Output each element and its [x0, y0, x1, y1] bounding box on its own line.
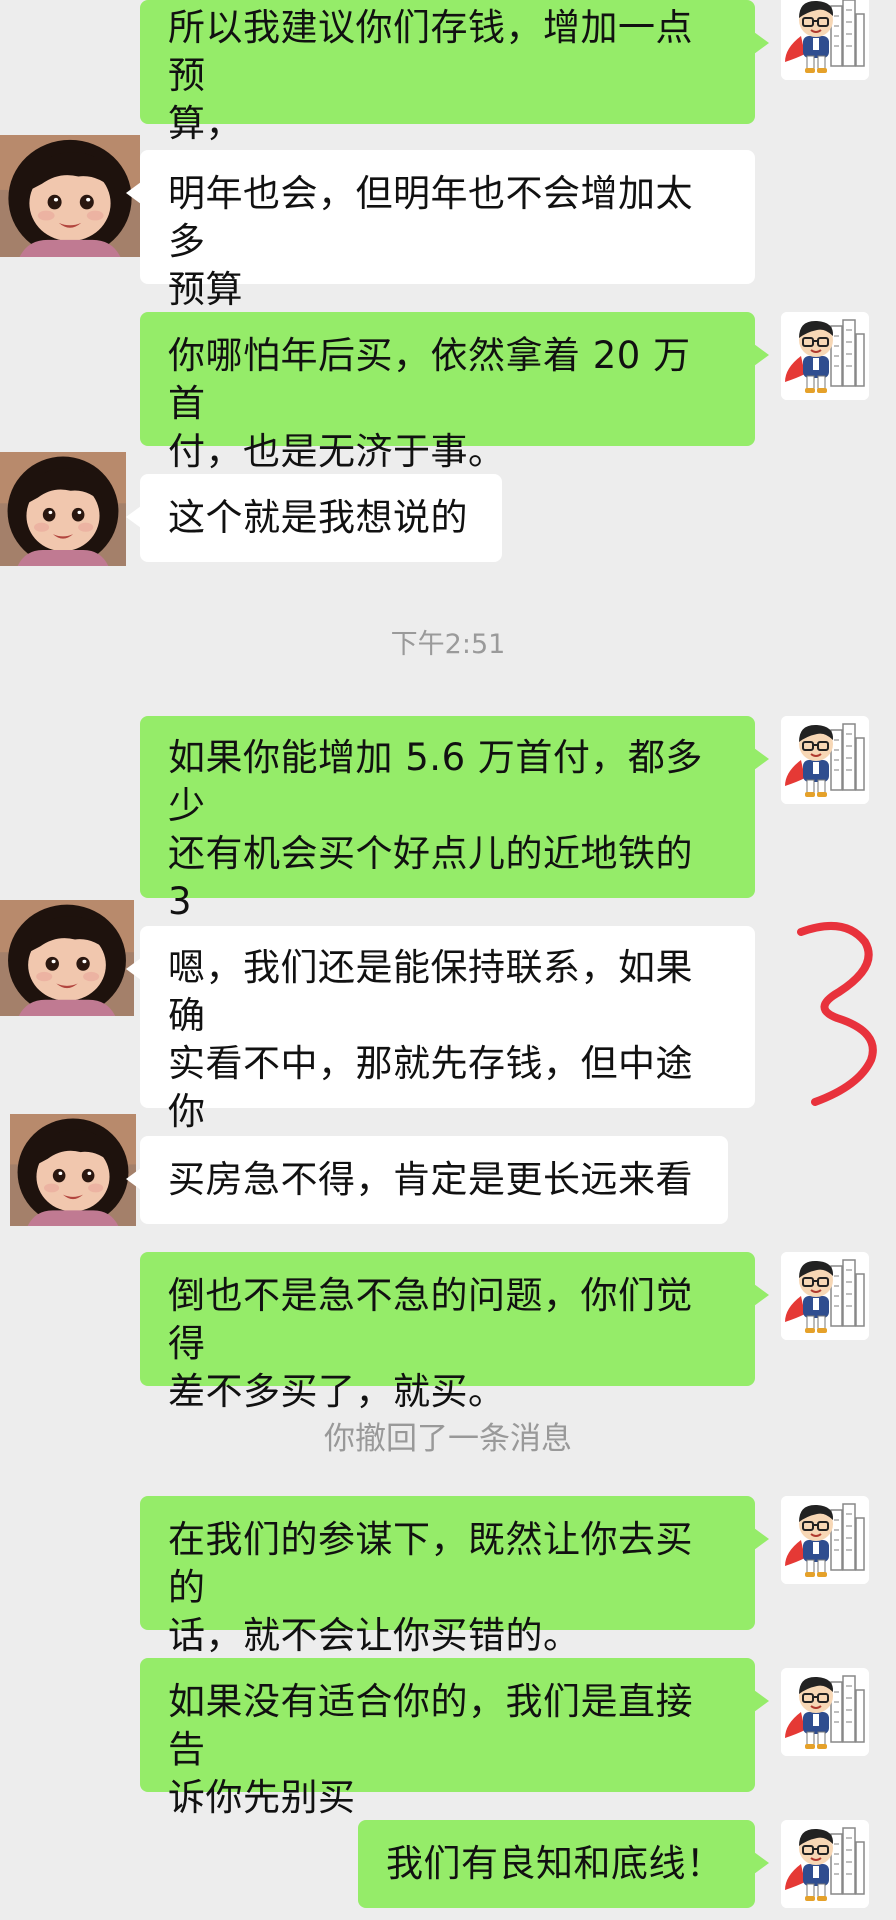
contact-avatar[interactable]	[10, 1114, 136, 1226]
girl-avatar-icon	[0, 900, 134, 1016]
self-avatar[interactable]	[781, 312, 869, 400]
self-avatar[interactable]	[781, 716, 869, 804]
cartoon-man-avatar-icon	[781, 312, 869, 400]
self-avatar[interactable]	[781, 1496, 869, 1584]
chat-bubble-self[interactable]: 倒也不是急不急的问题，你们觉得 差不多买了，就买。	[140, 1252, 769, 1413]
chat-bubble-self[interactable]: 我们有良知和底线！	[358, 1820, 769, 1908]
girl-avatar-icon	[10, 1114, 136, 1226]
contact-avatar[interactable]	[0, 900, 134, 1016]
chat-bubble-contact[interactable]: 这个就是我想说的	[126, 474, 502, 562]
girl-avatar-icon	[0, 452, 126, 566]
contact-avatar[interactable]	[0, 452, 126, 566]
cartoon-man-avatar-icon	[781, 1496, 869, 1584]
chat-bubble-self[interactable]: 在我们的参谋下，既然让你去买的 话，就不会让你买错的。	[140, 1496, 769, 1657]
chat-area[interactable]: 所以我建议你们存钱，增加一点预 算， 明年也会，但明年也不会增加太多 预算 你哪…	[0, 0, 896, 1920]
self-avatar[interactable]	[781, 1252, 869, 1340]
red-handwritten-mark	[797, 922, 877, 1106]
chat-bubble-contact[interactable]: 嗯，我们还是能保持联系，如果确 实看不中，那就先存钱，但中途你 们有合适的，可以…	[126, 926, 755, 1181]
girl-avatar-icon	[0, 135, 140, 257]
chat-bubble-self[interactable]: 你哪怕年后买，依然拿着 20 万首 付，也是无济于事。	[140, 312, 769, 473]
recall-notice: 你撤回了一条消息	[324, 1421, 572, 1457]
self-avatar[interactable]	[781, 1668, 869, 1756]
cartoon-man-avatar-icon	[781, 1820, 869, 1908]
timestamp: 下午2:51	[390, 629, 506, 660]
cartoon-man-avatar-icon	[781, 716, 869, 804]
self-avatar[interactable]	[781, 1820, 869, 1908]
chat-bubble-contact[interactable]: 买房急不得，肯定是更长远来看	[126, 1136, 728, 1224]
cartoon-man-avatar-icon	[781, 0, 869, 80]
self-avatar[interactable]	[781, 0, 869, 80]
cartoon-man-avatar-icon	[781, 1252, 869, 1340]
cartoon-man-avatar-icon	[781, 1668, 869, 1756]
chat-bubble-self[interactable]: 所以我建议你们存钱，增加一点预 算，	[140, 0, 769, 145]
chat-bubble-contact[interactable]: 明年也会，但明年也不会增加太多 预算	[126, 150, 755, 311]
chat-bubble-self[interactable]: 如果你能增加 5.6 万首付，都多少 还有机会买个好点儿的近地铁的 3 房。	[140, 716, 769, 971]
chat-bubble-self[interactable]: 如果没有适合你的，我们是直接告 诉你先别买	[140, 1658, 769, 1819]
contact-avatar[interactable]	[0, 135, 140, 257]
